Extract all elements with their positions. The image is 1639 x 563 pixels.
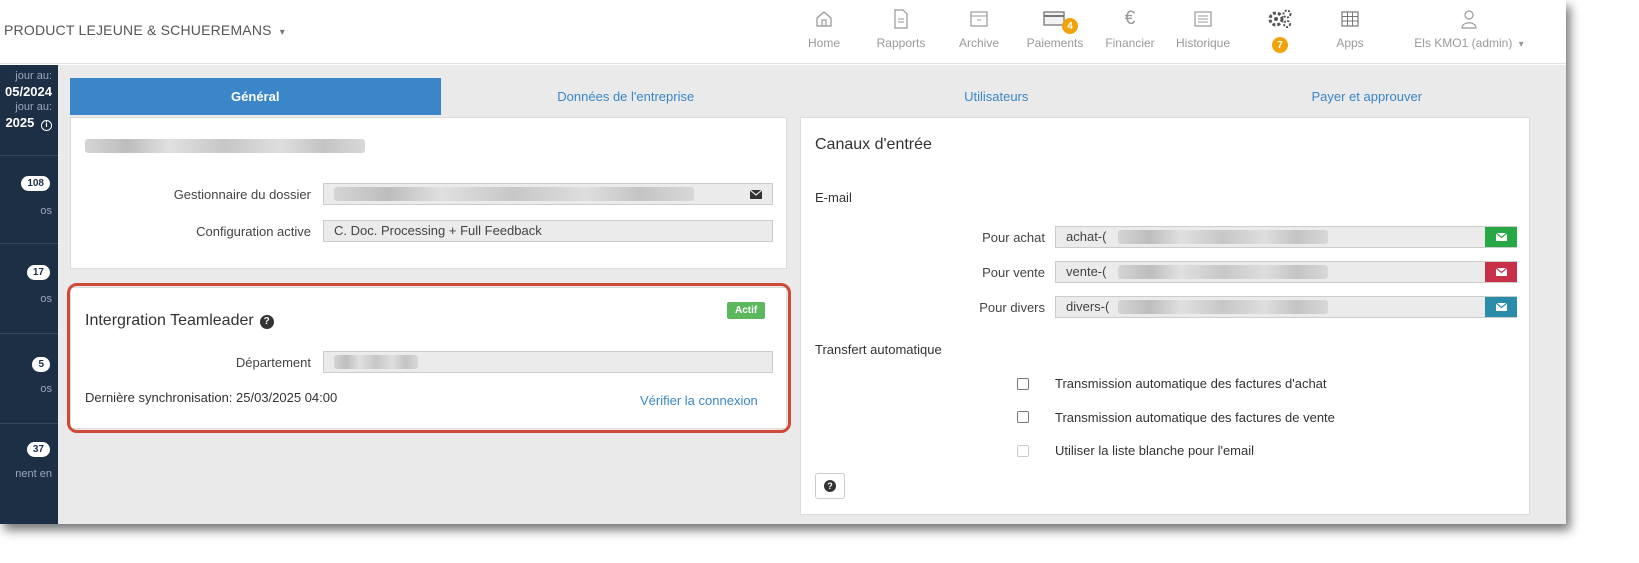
email-sales-label: Pour vente xyxy=(982,265,1045,280)
chevron-down-icon: ▾ xyxy=(279,27,286,38)
nav-label: Home xyxy=(807,36,840,50)
nav-label: Archive xyxy=(958,36,999,50)
manager-field[interactable] xyxy=(323,183,773,205)
counter-label: os xyxy=(40,383,52,395)
config-label: Configuration active xyxy=(196,224,311,239)
email-sales-field[interactable]: vente-( xyxy=(1055,261,1517,283)
whitelist-label: Utiliser la liste blanche pour l'email xyxy=(1055,443,1255,458)
home-icon xyxy=(806,6,842,32)
email-purchase-label: Pour achat xyxy=(982,230,1045,245)
tab-general[interactable]: Général xyxy=(70,78,441,115)
envelope-icon xyxy=(1495,298,1507,316)
nav-apps[interactable]: Apps xyxy=(1330,6,1370,58)
email-misc-label: Pour divers xyxy=(979,300,1045,315)
archive-icon xyxy=(952,6,1006,32)
email-purchase-value: achat-( xyxy=(1066,229,1107,244)
user-name: Els KMO1 (admin) xyxy=(1414,36,1513,50)
email-misc-value: divers-( xyxy=(1066,299,1110,314)
payments-badge: 4 xyxy=(1062,18,1078,34)
auto-purchase-label: Transmission automatique des factures d'… xyxy=(1055,376,1327,391)
tab-bar: Général Données de l'entreprise Utilisat… xyxy=(70,78,1552,115)
config-field[interactable]: C. Doc. Processing + Full Feedback xyxy=(323,220,773,242)
tab-company-data[interactable]: Données de l'entreprise xyxy=(441,78,812,115)
help-icon: ? xyxy=(824,480,836,492)
envelope-icon xyxy=(1495,228,1507,246)
highlight-box xyxy=(67,283,791,433)
sidebar-text: jour au: xyxy=(15,101,52,113)
email-misc-button[interactable] xyxy=(1485,297,1517,317)
envelope-icon[interactable] xyxy=(741,184,771,204)
counter-badge[interactable]: 108 xyxy=(21,176,50,191)
general-panel: Gestionnaire du dossier Configuration ac… xyxy=(70,117,787,269)
counter-badge[interactable]: 5 xyxy=(32,357,50,372)
app-window: PRODUCT LEJEUNE & SCHUEREMANS ▾ Home Rap… xyxy=(0,0,1566,524)
report-icon xyxy=(870,6,932,32)
company-name: PRODUCT LEJEUNE & SCHUEREMANS xyxy=(4,22,272,38)
counter-badge[interactable]: 17 xyxy=(26,265,50,280)
nav-paiements[interactable]: 4 Paiements xyxy=(1020,6,1090,58)
payments-icon: 4 xyxy=(1020,6,1090,34)
sidebar-date: 05/2024 xyxy=(5,84,52,99)
counter-label: os xyxy=(40,293,52,305)
email-purchase-button[interactable] xyxy=(1485,227,1517,247)
channels-title: Canaux d'entrée xyxy=(815,136,932,153)
settings-badge: 7 xyxy=(1272,37,1288,53)
chevron-down-icon: ▾ xyxy=(1518,39,1524,50)
sidebar-year: 2025 xyxy=(5,115,35,130)
counter-label: nent en xyxy=(15,468,52,480)
divider xyxy=(0,155,58,156)
envelope-icon xyxy=(1495,263,1507,281)
nav-label: Rapports xyxy=(876,36,926,50)
gears-icon xyxy=(1260,6,1300,32)
tab-pay-approve[interactable]: Payer et approuver xyxy=(1182,78,1553,115)
counter-badge[interactable]: 37 xyxy=(26,442,50,457)
whitelist-checkbox[interactable] xyxy=(1017,445,1029,457)
divider xyxy=(0,243,58,244)
tab-users[interactable]: Utilisateurs xyxy=(811,78,1182,115)
auto-sales-checkbox[interactable] xyxy=(1017,411,1029,423)
email-heading: E-mail xyxy=(815,190,852,205)
nav-home[interactable]: Home xyxy=(806,6,842,58)
sidebar-date: 2025 i xyxy=(5,115,52,131)
sidebar-text: jour au: xyxy=(15,70,52,82)
auto-sales-label: Transmission automatique des factures de… xyxy=(1055,410,1335,425)
info-icon: i xyxy=(41,120,52,131)
blurred-company-name xyxy=(85,139,365,153)
company-selector[interactable]: PRODUCT LEJEUNE & SCHUEREMANS ▾ xyxy=(4,22,285,38)
nav-label: Historique xyxy=(1175,36,1231,50)
nav-historique[interactable]: Historique xyxy=(1168,6,1238,58)
email-sales-value: vente-( xyxy=(1066,264,1107,279)
input-channels-panel: Canaux d'entrée E-mail Pour achat achat-… xyxy=(800,117,1530,515)
history-icon xyxy=(1168,6,1238,32)
blurred-email xyxy=(1118,265,1328,279)
main-content: Général Données de l'entreprise Utilisat… xyxy=(58,65,1566,524)
counter-label: os xyxy=(40,205,52,217)
left-sidebar: jour au: 05/2024 jour au: 2025 i 108 os … xyxy=(0,65,58,524)
email-purchase-field[interactable]: achat-( xyxy=(1055,226,1517,248)
email-misc-field[interactable]: divers-( xyxy=(1055,296,1517,318)
help-button[interactable]: ? xyxy=(815,473,845,499)
auto-purchase-checkbox[interactable] xyxy=(1017,378,1029,390)
nav-label: Paiements xyxy=(1026,36,1084,50)
manager-label: Gestionnaire du dossier xyxy=(173,187,311,202)
top-navigation: PRODUCT LEJEUNE & SCHUEREMANS ▾ Home Rap… xyxy=(0,0,1566,64)
email-sales-button[interactable] xyxy=(1485,262,1517,282)
nav-label: Apps xyxy=(1336,36,1364,50)
blurred-email xyxy=(1118,230,1328,244)
user-menu[interactable]: Els KMO1 (admin) ▾ xyxy=(1404,6,1534,58)
nav-rapports[interactable]: Rapports xyxy=(870,6,932,58)
apps-grid-icon xyxy=(1330,6,1370,32)
nav-archive[interactable]: Archive xyxy=(952,6,1006,58)
divider xyxy=(0,333,58,334)
transfer-heading: Transfert automatique xyxy=(815,342,942,357)
nav-label: Financier xyxy=(1105,36,1155,50)
user-icon xyxy=(1404,6,1534,32)
euro-icon: € xyxy=(1124,8,1136,29)
blurred-manager xyxy=(334,187,694,201)
nav-financier[interactable]: € Financier xyxy=(1098,6,1162,58)
divider xyxy=(0,423,58,424)
blurred-email xyxy=(1118,300,1328,314)
nav-settings[interactable]: 7 xyxy=(1260,6,1300,58)
